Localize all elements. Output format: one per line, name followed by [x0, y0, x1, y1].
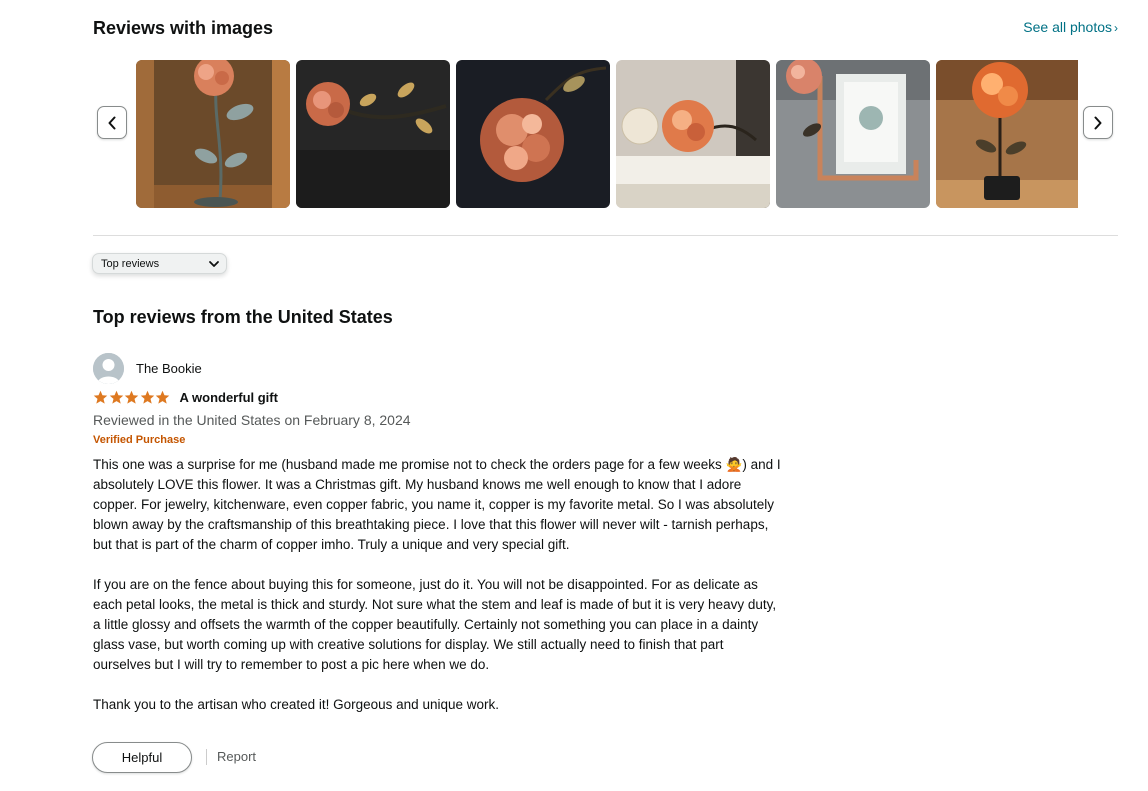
star-icon	[124, 390, 139, 404]
star-rating[interactable]	[93, 390, 171, 405]
review-body: This one was a surprise for me (husband …	[93, 455, 783, 715]
section-divider	[93, 235, 1118, 236]
reviewer-profile[interactable]: The Bookie	[93, 353, 202, 384]
review-images-carousel	[136, 60, 1078, 208]
sort-reviews-dropdown[interactable]: Top reviews	[92, 253, 227, 274]
review-image-thumbnail[interactable]	[296, 60, 450, 208]
see-all-photos-link[interactable]: See all photos ›	[1023, 19, 1118, 35]
verified-purchase-badge: Verified Purchase	[93, 434, 186, 446]
review-paragraph: If you are on the fence about buying thi…	[93, 577, 777, 672]
action-separator	[206, 749, 207, 765]
avatar	[93, 353, 124, 384]
review-image-thumbnail[interactable]	[616, 60, 770, 208]
review-image-thumbnail[interactable]	[456, 60, 610, 208]
review-image-thumbnail[interactable]	[776, 60, 930, 208]
review-title[interactable]: A wonderful gift	[180, 390, 278, 405]
report-link[interactable]: Report	[217, 749, 256, 764]
review-paragraph: This one was a surprise for me (husband …	[93, 457, 781, 552]
chevron-down-icon	[209, 261, 219, 267]
reviews-with-images-title: Reviews with images	[93, 18, 274, 38]
chevron-right-icon	[1094, 116, 1102, 129]
reviewer-name: The Bookie	[136, 361, 202, 376]
star-icon	[155, 390, 170, 404]
review-date: Reviewed in the United States on Februar…	[93, 412, 411, 428]
carousel-next-button[interactable]	[1083, 106, 1113, 139]
chevron-left-icon	[108, 116, 116, 129]
review-paragraph: Thank you to the artisan who created it!…	[93, 697, 499, 712]
see-all-photos-label: See all photos	[1023, 19, 1112, 35]
review-image-thumbnail[interactable]	[936, 60, 1078, 208]
user-icon	[93, 353, 124, 384]
review-image-thumbnail[interactable]	[136, 60, 290, 208]
sort-selected-label: Top reviews	[101, 257, 160, 270]
carousel-prev-button[interactable]	[97, 106, 127, 139]
rating-row: A wonderful gift	[93, 390, 278, 405]
helpful-button[interactable]: Helpful	[92, 742, 192, 773]
star-icon	[93, 390, 108, 404]
star-icon	[109, 390, 123, 404]
reviews-heading: Top reviews from the United States	[93, 307, 393, 327]
star-icon	[140, 390, 154, 404]
chevron-right-icon: ›	[1114, 21, 1118, 35]
